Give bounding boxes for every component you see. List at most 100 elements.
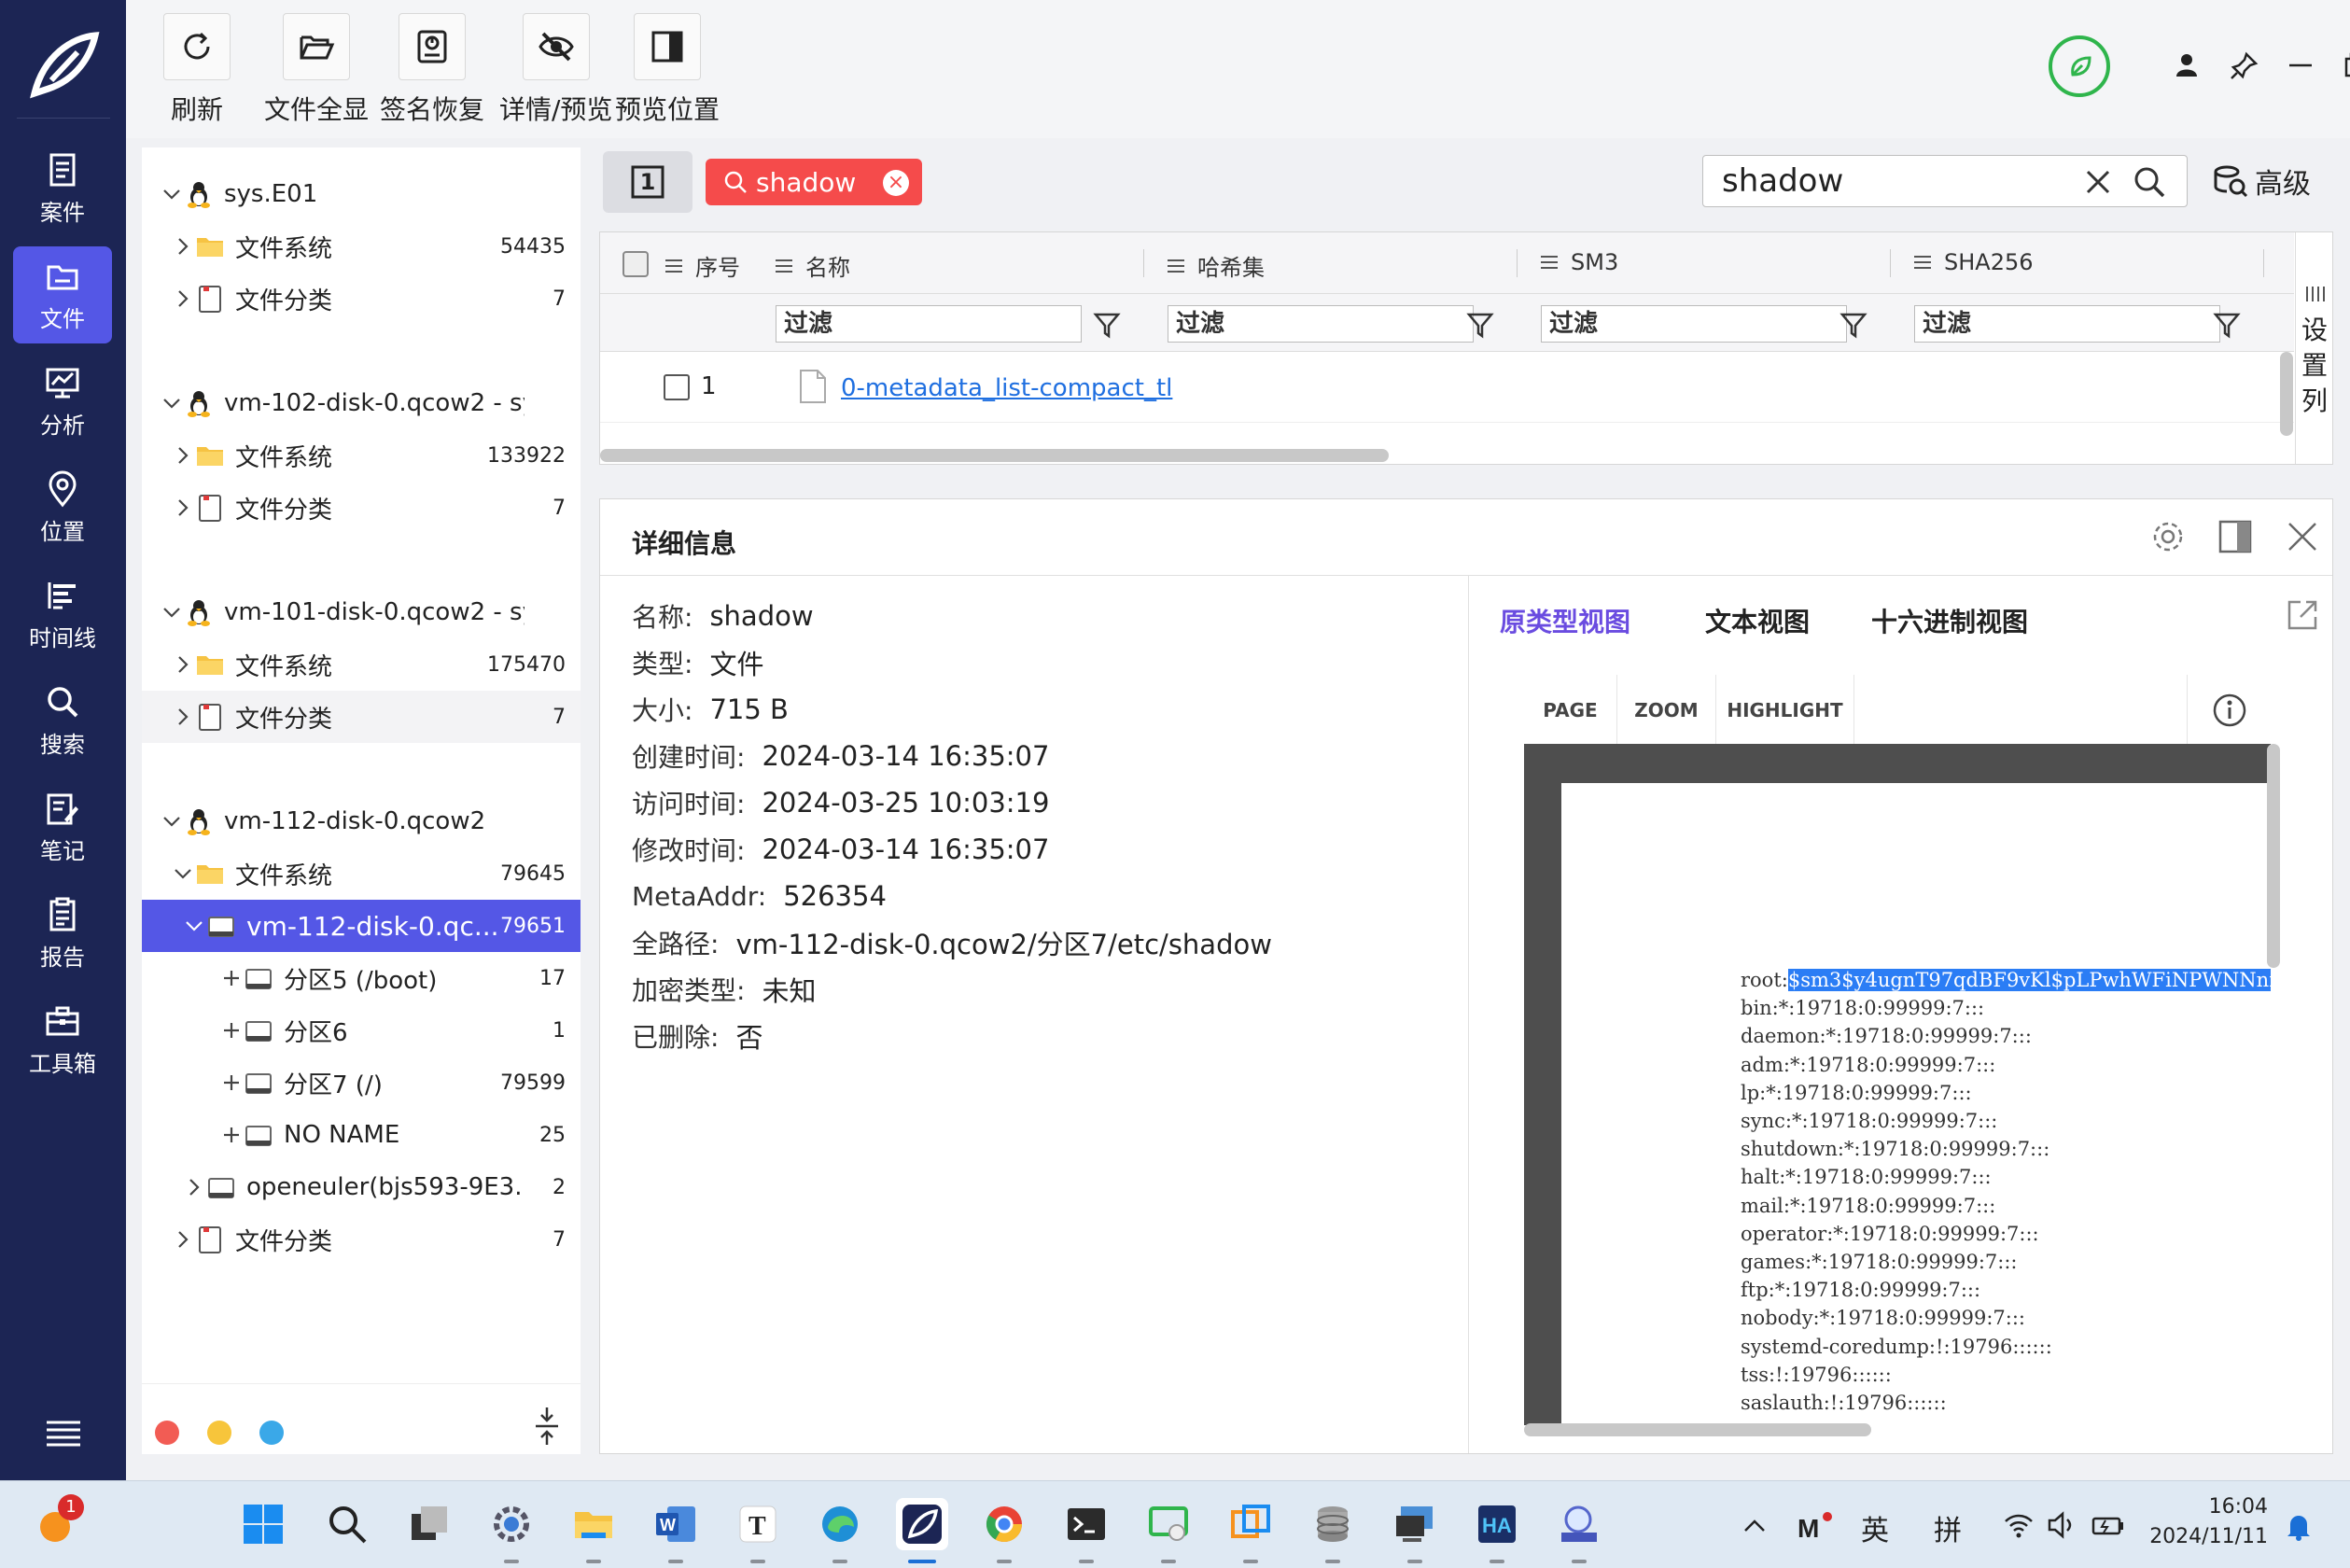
sha256-filter-input[interactable]: 过滤: [1914, 305, 2220, 343]
chevron-down-icon[interactable]: [172, 862, 194, 885]
task-view[interactable]: [403, 1498, 455, 1550]
tree-item[interactable]: 文件系统 79645: [142, 847, 581, 900]
expand-plus-icon[interactable]: [220, 1124, 243, 1146]
weather-widget[interactable]: 1: [30, 1494, 84, 1550]
tree-item[interactable]: 分区6 1: [142, 1004, 581, 1057]
chevron-right-icon[interactable]: [172, 653, 194, 676]
crack-app[interactable]: [1553, 1498, 1605, 1550]
close-detail-icon[interactable]: [2284, 518, 2321, 555]
tree-item[interactable]: sys.E01: [142, 168, 581, 220]
search-tag[interactable]: shadow ×: [706, 159, 922, 205]
security-shield-button[interactable]: [2049, 35, 2110, 97]
chevron-right-icon[interactable]: [172, 497, 194, 519]
tree-item[interactable]: 文件系统 54435: [142, 220, 581, 273]
taskbar-search[interactable]: [321, 1498, 373, 1550]
nav-item-toolbox[interactable]: 工具箱: [13, 991, 112, 1088]
file-explorer-app[interactable]: [567, 1498, 620, 1550]
chevron-down-icon[interactable]: [161, 601, 183, 623]
yellow-dot[interactable]: [207, 1421, 231, 1445]
search-input[interactable]: shadow: [1702, 155, 2188, 207]
highlight-button[interactable]: HIGHLIGHT: [1716, 675, 1854, 746]
chevron-right-icon[interactable]: [172, 287, 194, 310]
chevron-down-icon[interactable]: [183, 915, 205, 937]
ime-language[interactable]: 英: [1861, 1507, 1889, 1548]
remove-tag-icon[interactable]: ×: [883, 170, 909, 196]
row-checkbox[interactable]: [664, 374, 690, 400]
ha-app[interactable]: HA: [1471, 1498, 1523, 1550]
nav-item-analysis[interactable]: 分析: [13, 353, 112, 450]
user-icon[interactable]: [2170, 49, 2203, 82]
select-all-checkbox[interactable]: [622, 251, 649, 277]
detail-preview-button[interactable]: 详情/预览: [499, 13, 612, 127]
filter-icon[interactable]: [1466, 311, 1494, 339]
tree-item[interactable]: 文件系统 175470: [142, 638, 581, 691]
nav-item-location[interactable]: 位置: [13, 459, 112, 556]
database-app[interactable]: [1307, 1498, 1359, 1550]
zoom-button[interactable]: ZOOM: [1617, 675, 1716, 746]
grid-horizontal-scrollbar[interactable]: [600, 449, 1389, 462]
grid-vertical-scrollbar[interactable]: [2280, 352, 2293, 436]
tree-item[interactable]: 分区7 (/) 79599: [142, 1057, 581, 1109]
document-viewer[interactable]: root:$sm3$y4ugnT97qdBF9vKl$pLPwhWFiNPWNN…: [1524, 744, 2271, 1425]
chevron-down-icon[interactable]: [161, 810, 183, 833]
tree-item[interactable]: 分区5 (/boot) 17: [142, 952, 581, 1004]
tab-text-view[interactable]: 文本视图: [1705, 602, 1810, 639]
chevron-right-icon[interactable]: [172, 706, 194, 728]
preview-position-button[interactable]: 预览位置: [615, 13, 720, 127]
tree-item[interactable]: NO NAME 25: [142, 1109, 581, 1161]
nav-item-case[interactable]: 案件: [13, 140, 112, 237]
expand-plus-icon[interactable]: [220, 967, 243, 989]
clock[interactable]: 16:04 2024/11/11: [2147, 1492, 2268, 1552]
column-header-hashset[interactable]: 哈希集: [1166, 249, 1265, 282]
volume-icon[interactable]: [2046, 1509, 2077, 1541]
tree-item[interactable]: 文件分类 7: [142, 691, 581, 743]
page-button[interactable]: PAGE: [1524, 675, 1617, 746]
typora-app[interactable]: T: [732, 1498, 784, 1550]
tree-item[interactable]: 文件分类 7: [142, 482, 581, 534]
chevron-up-icon[interactable]: [1742, 1513, 1768, 1539]
chevron-right-icon[interactable]: [172, 444, 194, 467]
file-name-link[interactable]: 0-metadata_list-compact_tl: [841, 374, 1172, 402]
tree-item[interactable]: 文件系统 133922: [142, 429, 581, 482]
minimize-icon[interactable]: [2284, 49, 2317, 82]
tree-item[interactable]: 文件分类 7: [142, 1213, 581, 1266]
clear-search-icon[interactable]: [2084, 168, 2112, 196]
signature-restore-button[interactable]: 签名恢复: [380, 13, 484, 127]
viewer-vertical-scrollbar[interactable]: [2267, 744, 2280, 968]
sm3-filter-input[interactable]: 过滤: [1541, 305, 1847, 343]
edge-app[interactable]: [814, 1498, 866, 1550]
nav-item-note[interactable]: 笔记: [13, 778, 112, 875]
ime-tool-icon[interactable]: M: [1797, 1509, 1835, 1543]
nav-item-timeline[interactable]: 时间线: [13, 566, 112, 663]
chevron-down-icon[interactable]: [161, 392, 183, 414]
wechat-app[interactable]: [1142, 1498, 1195, 1550]
search-icon[interactable]: [2133, 165, 2166, 199]
detail-splitter[interactable]: [1468, 576, 1469, 1453]
nav-item-file[interactable]: 文件: [13, 246, 112, 343]
red-dot[interactable]: [155, 1421, 179, 1445]
start-button[interactable]: [237, 1498, 289, 1550]
vm-app[interactable]: [1224, 1498, 1277, 1550]
tab-hex-view[interactable]: 十六进制视图: [1871, 602, 2028, 639]
hashset-filter-input[interactable]: 过滤: [1168, 305, 1474, 343]
expand-plus-icon[interactable]: [220, 1071, 243, 1094]
battery-icon[interactable]: [2091, 1509, 2126, 1541]
wifi-icon[interactable]: [2003, 1509, 2035, 1541]
column-settings-button[interactable]: 设 置 列: [2299, 277, 2330, 419]
word-app[interactable]: W: [650, 1498, 702, 1550]
tree-item[interactable]: 文件分类 7: [142, 273, 581, 325]
chevron-down-icon[interactable]: [161, 183, 183, 205]
tree-item[interactable]: vm-112-disk-0.qc... 79651: [142, 900, 581, 952]
advanced-search-button[interactable]: 高级: [2212, 161, 2311, 202]
chevron-right-icon[interactable]: [183, 1176, 205, 1198]
info-button[interactable]: [2187, 675, 2271, 746]
column-header-sm3[interactable]: SM3: [1539, 249, 1618, 275]
table-row[interactable]: 1 0-metadata_list-compact_tl: [600, 352, 2294, 423]
blue-dot[interactable]: [259, 1421, 284, 1445]
result-tab-button[interactable]: 1: [603, 151, 692, 213]
expand-plus-icon[interactable]: [220, 1019, 243, 1042]
terminal-app[interactable]: [1060, 1498, 1112, 1550]
nav-item-search[interactable]: 搜索: [13, 672, 112, 769]
settings-app[interactable]: [485, 1498, 538, 1550]
tree-item[interactable]: vm-112-disk-0.qcow2: [142, 795, 581, 847]
